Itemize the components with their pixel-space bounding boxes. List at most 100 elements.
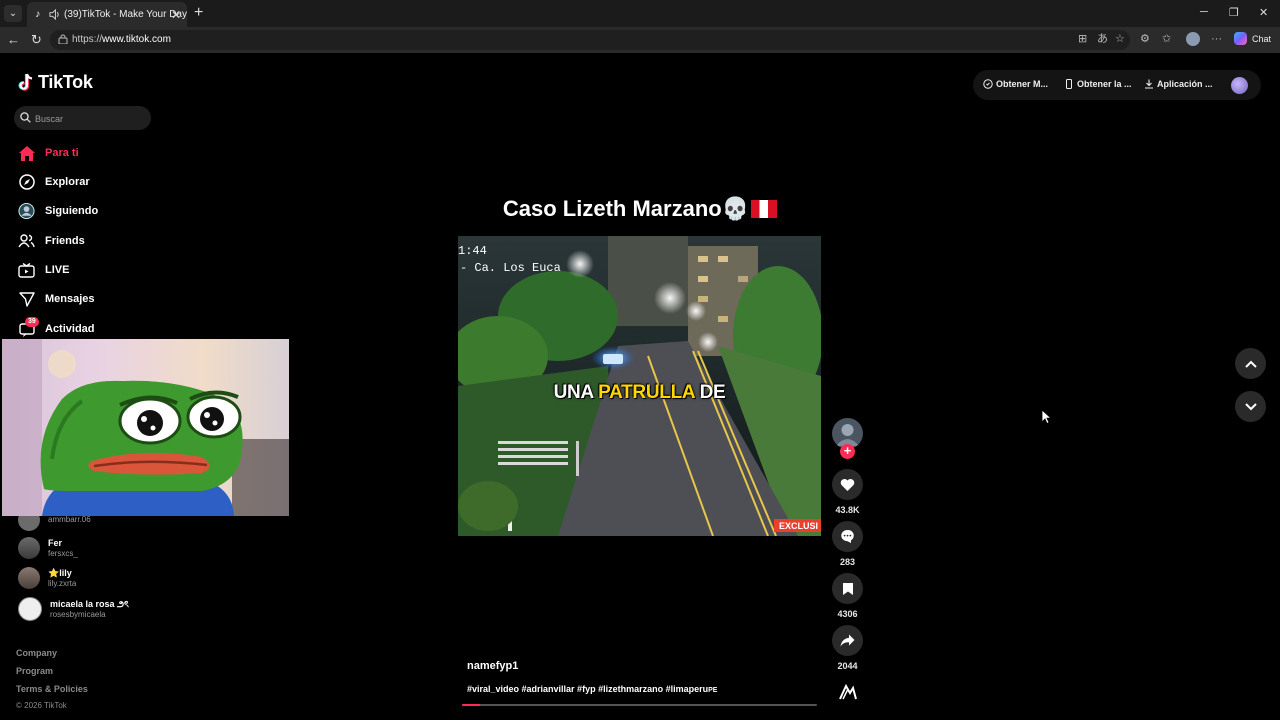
follow-plus-button[interactable]: + <box>840 444 855 459</box>
tiktok-note-icon <box>18 73 33 91</box>
live-icon <box>18 262 35 279</box>
webcam-overlay <box>2 339 289 516</box>
following-account[interactable]: micaela la rosa ౨ৎ rosesbymicaela <box>18 597 129 621</box>
back-icon[interactable]: ← <box>7 33 20 46</box>
nav-label: Para ti <box>45 147 79 159</box>
nav-label: Mensajes <box>45 293 95 305</box>
account-handle: fersxcs_ <box>48 548 78 558</box>
copyright: © 2026 TikTok <box>16 701 67 710</box>
footer-link-program[interactable]: Program <box>16 666 53 676</box>
minimize-icon[interactable]: ─ <box>1200 6 1208 18</box>
previous-video-button[interactable] <box>1235 348 1266 379</box>
tiktok-logo[interactable]: TikTok <box>18 72 93 93</box>
video-title: Caso Lizeth Marzano💀 <box>502 196 750 221</box>
desktop-app-button[interactable]: Aplicación ... <box>1144 79 1213 89</box>
chevron-down-icon <box>1244 402 1257 410</box>
share-icon <box>840 634 855 647</box>
favorites-icon[interactable]: ✩ <box>1162 34 1171 45</box>
avatar <box>18 597 42 621</box>
search-icon[interactable] <box>20 112 31 123</box>
exclusive-label: EXCLUSI <box>773 519 821 532</box>
account-handle: ammbarr.06 <box>48 515 91 524</box>
copilot-chat-button[interactable]: Chat <box>1234 32 1271 45</box>
account-name: ⭐lily <box>48 567 72 578</box>
nav-item-live[interactable]: LIVE <box>18 260 69 280</box>
nav-item-friends[interactable]: Friends <box>18 231 85 251</box>
compass-icon <box>18 174 35 191</box>
profile-icon[interactable] <box>1186 32 1200 46</box>
music-disc-icon[interactable] <box>837 680 859 702</box>
friends-icon <box>18 233 35 250</box>
favorite-star-icon[interactable]: ☆ <box>1115 34 1125 45</box>
video-timestamp: 1:44 <box>458 244 487 258</box>
chevron-up-icon <box>1244 360 1257 368</box>
comment-button[interactable] <box>832 521 863 552</box>
nav-label: Friends <box>45 235 85 247</box>
get-coins-button[interactable]: Obtener M... <box>983 79 1048 89</box>
nav-item-explorar[interactable]: Explorar <box>18 172 90 192</box>
footer-link-company[interactable]: Company <box>16 648 57 658</box>
inbox-icon: 39 <box>18 316 39 338</box>
account-name: Fer <box>48 537 63 548</box>
button-label: Aplicación ... <box>1157 79 1213 89</box>
share-count: 2044 <box>837 661 858 671</box>
like-count: 43.8K <box>835 505 860 515</box>
video-author[interactable]: namefyp1 <box>467 660 518 672</box>
hashtags-text: #viral_video #adrianvillar #fyp #lizethm… <box>467 684 709 694</box>
heart-icon <box>840 478 855 491</box>
more-menu-icon[interactable]: ··· <box>1211 34 1222 45</box>
save-button[interactable] <box>832 573 863 604</box>
caption-part2: DE <box>694 382 726 403</box>
refresh-icon[interactable]: ↻ <box>31 33 42 46</box>
search-input[interactable] <box>33 109 147 129</box>
video-player[interactable]: 1:44 - Ca. Los Euca UNA PATRULLA DE EXCL… <box>458 236 821 536</box>
nav-label: Explorar <box>45 176 90 188</box>
url-field[interactable]: https://www.tiktok.com <box>50 30 1130 50</box>
save-count: 4306 <box>837 609 858 619</box>
brand-name: TikTok <box>38 72 93 92</box>
video-title-row: Caso Lizeth Marzano💀 <box>0 196 1280 222</box>
site-info-icon[interactable] <box>58 34 68 44</box>
tab-title: (39)TikTok - Make Your Day <box>63 9 187 20</box>
url-scheme: https:// <box>72 34 103 45</box>
send-icon <box>18 291 35 308</box>
tab-close-icon[interactable]: ✕ <box>171 8 181 22</box>
video-location: - Ca. Los Euca <box>460 261 561 275</box>
following-account[interactable]: ⭐lily lily.zxrta <box>18 567 76 589</box>
frog-avatar-image <box>2 339 289 516</box>
nav-label: Actividad <box>45 323 95 335</box>
button-label: Obtener M... <box>996 79 1049 89</box>
nav-label: LIVE <box>45 264 70 276</box>
browser-tab-active[interactable]: ♪ (39)TikTok - Make Your Day ✕ <box>27 2 187 27</box>
caption-part1: UNA <box>553 382 599 403</box>
next-video-button[interactable] <box>1235 391 1266 422</box>
share-button[interactable] <box>832 625 863 656</box>
speaker-icon[interactable] <box>48 9 60 21</box>
user-avatar[interactable] <box>1231 77 1248 94</box>
coin-icon <box>983 79 993 89</box>
video-progress-bar[interactable] <box>462 704 817 706</box>
translate-icon[interactable]: あ <box>1097 34 1108 45</box>
phone-icon <box>1066 79 1072 89</box>
search-box[interactable] <box>14 106 151 130</box>
restore-icon[interactable]: ❐ <box>1229 6 1239 19</box>
copilot-icon <box>1234 32 1247 45</box>
extensions-icon[interactable]: ⚙ <box>1140 34 1150 45</box>
footer-link-terms[interactable]: Terms & Policies <box>16 684 88 694</box>
nav-item-actividad[interactable]: 39 Actividad <box>18 316 95 339</box>
url-host: www.tiktok.com <box>102 34 171 45</box>
following-account[interactable]: Fer fersxcs_ <box>18 537 78 559</box>
nav-item-mensajes[interactable]: Mensajes <box>18 289 95 309</box>
nav-item-para-ti[interactable]: Para ti <box>18 143 79 163</box>
close-window-icon[interactable]: ✕ <box>1259 6 1268 19</box>
tiktok-favicon-icon: ♪ <box>35 9 41 20</box>
progress-fill <box>462 704 480 706</box>
tab-list-button[interactable]: ⌄ <box>4 5 22 22</box>
download-icon <box>1145 79 1153 89</box>
app-available-icon[interactable]: ⊞ <box>1078 34 1087 45</box>
like-button[interactable] <box>832 469 863 500</box>
video-caption: UNA PATRULLA DE <box>458 382 821 404</box>
video-hashtags[interactable]: #viral_video #adrianvillar #fyp #lizethm… <box>467 684 717 694</box>
new-tab-button[interactable]: + <box>194 5 203 21</box>
get-app-button[interactable]: Obtener la ... <box>1064 79 1132 89</box>
